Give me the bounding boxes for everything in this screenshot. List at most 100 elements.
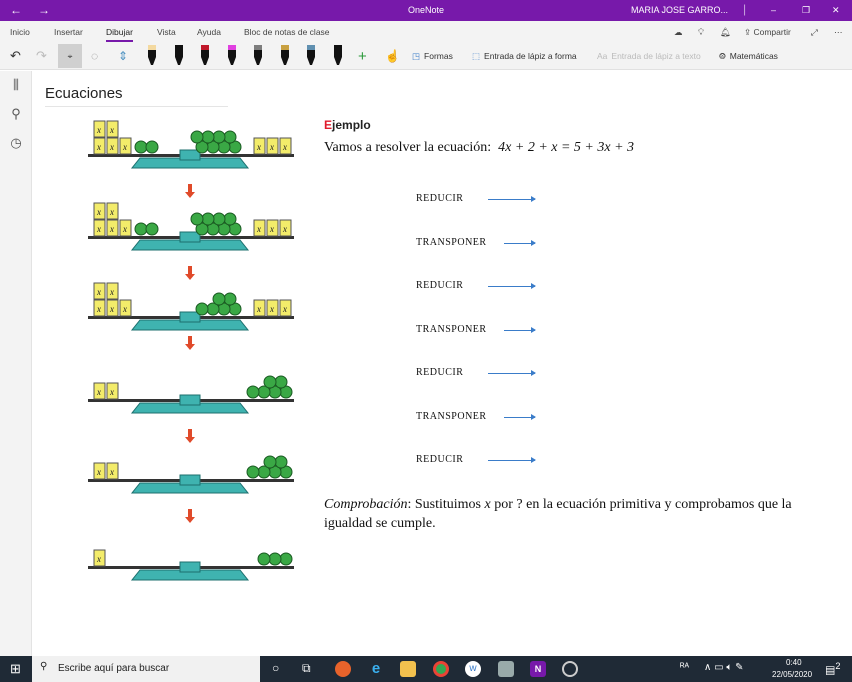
lasso-add-icon[interactable]: ◌ xyxy=(91,48,98,64)
down-arrow-icon xyxy=(185,266,195,280)
x-block: x xyxy=(279,137,292,155)
chrome-icon[interactable] xyxy=(433,661,449,677)
notebooks-icon[interactable]: ⫼ xyxy=(8,77,24,93)
windows-start-icon[interactable]: ⊞ xyxy=(10,661,21,677)
step-label: REDUCIR xyxy=(416,454,464,465)
search-placeholder: Escribe aquí para buscar xyxy=(58,663,170,674)
pen-5[interactable] xyxy=(252,45,264,67)
example-initial: E xyxy=(324,118,333,132)
ink-replay-icon[interactable]: ☝ xyxy=(385,48,400,64)
tab-inicio[interactable]: Inicio xyxy=(10,27,30,37)
notifications-icon[interactable]: ▤2 xyxy=(825,661,841,677)
lasso-select-icon[interactable]: ⌖ xyxy=(58,44,82,68)
unit-ball xyxy=(190,212,204,226)
ink-to-shape-label: Entrada de lápiz a forma xyxy=(484,51,577,61)
search-icon[interactable]: ⚲ xyxy=(8,106,24,122)
x-block: x xyxy=(119,219,132,237)
ink-to-shape-button[interactable]: ⬚ Entrada de lápiz a forma xyxy=(472,48,577,64)
tab-dibujar[interactable]: Dibujar xyxy=(106,27,133,42)
people-icon[interactable]: ᴿᴬ xyxy=(680,662,689,673)
file-explorer-icon[interactable] xyxy=(400,661,416,677)
minimize-button[interactable]: – xyxy=(771,5,776,15)
balance-scale: xx xyxy=(88,455,294,494)
pen-7[interactable] xyxy=(305,45,317,67)
balance-scale: x x xx xxxx xyxy=(88,120,294,169)
add-pen-icon[interactable]: + xyxy=(358,48,367,65)
step-arrow xyxy=(504,413,536,420)
forward-button[interactable]: → xyxy=(38,3,50,17)
back-button[interactable]: ← xyxy=(10,3,22,17)
restore-button[interactable]: ❐ xyxy=(802,5,810,16)
lightbulb-icon[interactable]: 💡︎ xyxy=(698,27,704,38)
x-block: x xyxy=(93,382,106,400)
expand-icon[interactable]: ⤢ xyxy=(811,27,818,38)
svg-text:x: x xyxy=(96,142,101,152)
cortana-icon[interactable]: ○ xyxy=(272,661,279,675)
left-navigation: ⫼ ⚲ ◷ xyxy=(0,71,32,656)
svg-text:x: x xyxy=(109,207,114,217)
pen-8[interactable] xyxy=(332,45,344,67)
unit-ball xyxy=(201,130,215,144)
down-arrow-icon xyxy=(185,429,195,443)
tab-insertar[interactable]: Insertar xyxy=(54,27,83,37)
step-arrow xyxy=(504,239,536,246)
bell-icon[interactable]: 🔔︎ xyxy=(720,27,731,38)
svg-text:x: x xyxy=(109,224,114,234)
svg-text:x: x xyxy=(256,142,261,152)
pen-3[interactable] xyxy=(199,45,211,67)
tab-ayuda[interactable]: Ayuda xyxy=(197,27,221,37)
firefox-icon[interactable] xyxy=(335,661,351,677)
step-arrow xyxy=(488,196,536,202)
app-title: OneNote xyxy=(408,5,445,15)
clock-time[interactable]: 0:40 xyxy=(786,658,802,667)
svg-text:x: x xyxy=(96,125,101,135)
draw-toolbar: ↶ ↷ ⌖ ◌ ⇕ + ☝ ◳ Formas ⬚ Entrada de lápiz … xyxy=(0,42,852,70)
onenote-icon[interactable]: N xyxy=(530,661,546,677)
balance-scale: x x xx xxxx xyxy=(88,282,294,331)
x-block: x xyxy=(93,299,106,317)
more-icon[interactable]: ⋯ xyxy=(834,27,843,38)
svg-text:x: x xyxy=(282,224,287,234)
pen-1[interactable] xyxy=(146,45,158,67)
pen-6[interactable] xyxy=(279,45,291,67)
undo-icon[interactable]: ↶ xyxy=(10,48,21,64)
svg-text:x: x xyxy=(109,387,114,397)
step-label: TRANSPONER xyxy=(416,236,487,248)
intro-label: Vamos a resolver la ecuación: xyxy=(324,140,492,155)
share-button[interactable]: ⇪ Compartir xyxy=(744,27,791,38)
sync-icon[interactable]: ☁ xyxy=(674,27,683,38)
unit-ball xyxy=(279,552,293,566)
page-title[interactable]: Ecuaciones xyxy=(45,85,228,107)
app-icon[interactable] xyxy=(498,661,514,677)
ink-to-text-button[interactable]: Aa Entrada de lápiz a texto xyxy=(597,48,701,64)
svg-text:x: x xyxy=(96,554,101,564)
search-icon: ⚲ xyxy=(40,661,48,672)
balance-scale: x xyxy=(88,549,294,581)
pen-2[interactable] xyxy=(173,45,185,67)
clock-date[interactable]: 22/05/2020 xyxy=(772,670,812,679)
x-block: x xyxy=(106,462,119,480)
user-name[interactable]: MARIA JOSE GARRO... xyxy=(631,5,728,15)
tab-vista[interactable]: Vista xyxy=(157,27,176,37)
insert-space-icon[interactable]: ⇕ xyxy=(118,48,128,64)
tray-icons[interactable]: ∧ ▭ 🔈︎ ✎ xyxy=(704,662,743,673)
balance-scale: x x xx xxxx xyxy=(88,202,294,251)
svg-text:x: x xyxy=(269,142,274,152)
taskbar-search[interactable]: ⚲ Escribe aquí para buscar xyxy=(32,656,260,682)
shapes-button[interactable]: ◳ Formas xyxy=(412,48,453,64)
tab-bloc-de-notas-de-clase[interactable]: Bloc de notas de clase xyxy=(244,27,330,37)
pen-4[interactable] xyxy=(226,45,238,67)
app-w-icon[interactable]: w xyxy=(465,661,481,677)
intro-text: Vamos a resolver la ecuación: 4x + 2 + x… xyxy=(324,140,634,156)
svg-text:x: x xyxy=(109,142,114,152)
x-block: x xyxy=(253,137,266,155)
recent-clock-icon[interactable]: ◷ xyxy=(8,135,24,151)
edge-icon[interactable]: e xyxy=(368,661,384,677)
redo-icon[interactable]: ↷ xyxy=(36,48,47,64)
task-view-icon[interactable]: ⧉ xyxy=(302,661,311,676)
x-block: x xyxy=(93,202,106,220)
unit-ball xyxy=(145,140,159,154)
obs-icon[interactable] xyxy=(562,661,578,677)
math-button[interactable]: ⨷ Matemáticas xyxy=(719,48,778,64)
close-button[interactable]: ✕ xyxy=(832,5,840,16)
